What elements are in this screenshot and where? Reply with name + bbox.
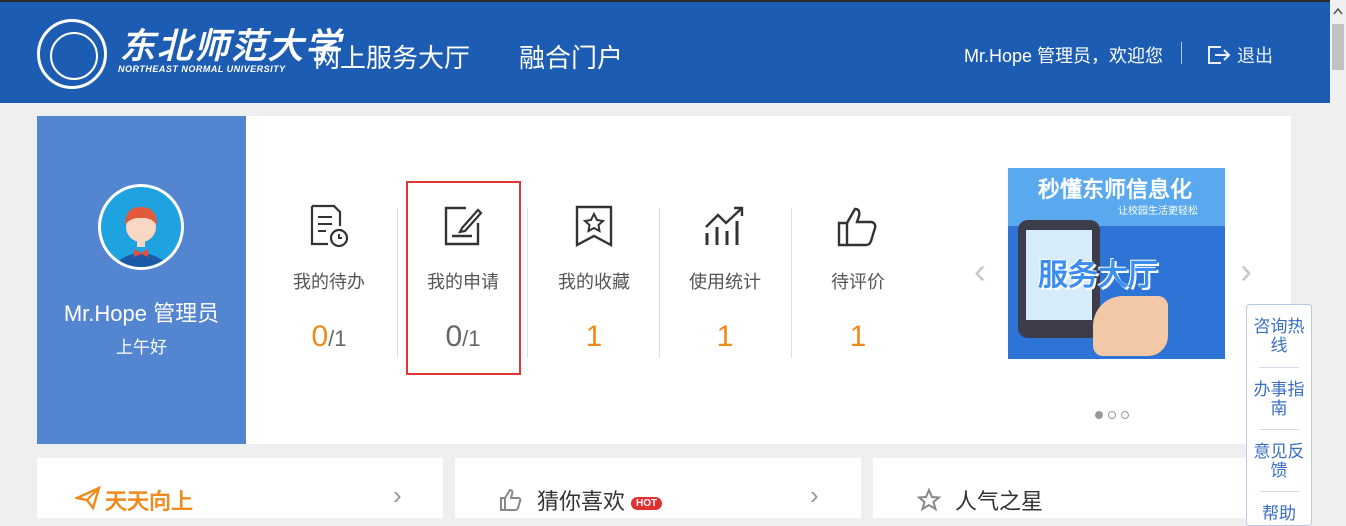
logout-label: 退出: [1237, 46, 1273, 66]
banner-main-text: 服务大厅: [1038, 259, 1158, 292]
side-guide[interactable]: 办事指南: [1247, 380, 1311, 418]
banner-subtitle: 让校园生活更轻松: [1118, 206, 1198, 217]
top-header: 东北师范大学 NORTHEAST NORMAL UNIVERSITY 网上服务大…: [0, 0, 1330, 103]
university-name-en: NORTHEAST NORMAL UNIVERSITY: [118, 64, 286, 74]
header-divider: [1181, 42, 1182, 64]
profile-name: Mr.Hope 管理员: [63, 301, 220, 326]
avatar[interactable]: [98, 184, 184, 270]
window-top-edge: [0, 0, 1346, 2]
university-name-cn[interactable]: 东北师范大学: [120, 18, 342, 69]
card-title: 人气之星: [955, 489, 1044, 514]
card-title: 猜你喜欢 HOT: [537, 484, 663, 516]
stat-my-favorites[interactable]: 我的收藏 1: [534, 200, 654, 354]
star-icon: [917, 488, 941, 512]
card-title: 天天向上: [105, 489, 194, 514]
floating-help-panel: 咨询热线 办事指南 意见反馈 帮助: [1246, 304, 1312, 526]
card-title-text: 猜你喜欢: [537, 489, 626, 514]
highlight-box: [406, 181, 521, 375]
scrollbar[interactable]: [1330, 0, 1346, 508]
carousel-dot[interactable]: [1095, 411, 1103, 419]
stat-pending-review[interactable]: 待评价 1: [798, 200, 918, 354]
profile-greeting: 上午好: [116, 338, 167, 357]
side-divider: [1259, 491, 1299, 492]
stat-divider: [791, 208, 792, 358]
card-recommend[interactable]: 猜你喜欢 HOT ›: [455, 458, 861, 518]
logout-button[interactable]: 退出: [1205, 42, 1273, 68]
scrollbar-thumb[interactable]: [1332, 24, 1344, 70]
user-greeting: Mr.Hope 管理员，欢迎您: [964, 46, 1164, 66]
paper-plane-icon: [75, 486, 101, 510]
stat-value: 1: [716, 320, 734, 353]
side-hotline[interactable]: 咨询热线: [1247, 317, 1311, 355]
stat-value: 1: [585, 320, 603, 353]
bookmark-star-icon: [575, 205, 613, 247]
university-seal-logo[interactable]: [37, 19, 107, 89]
side-divider: [1259, 429, 1299, 430]
carousel-dot[interactable]: [1121, 411, 1129, 419]
hand-illustration: [1093, 296, 1168, 356]
stat-label: 使用统计: [689, 272, 761, 292]
carousel-dots: [1095, 411, 1129, 419]
stat-divider: [397, 208, 398, 358]
stat-divider: [659, 208, 660, 358]
todo-clock-icon: [310, 204, 349, 248]
stat-my-todo[interactable]: 我的待办 0/1: [269, 200, 389, 354]
card-popular-star[interactable]: 人气之星: [873, 458, 1279, 518]
stat-label: 我的收藏: [558, 272, 630, 292]
stat-label: 我的待办: [293, 272, 365, 292]
carousel-dot[interactable]: [1108, 411, 1116, 419]
user-avatar-icon: [111, 207, 171, 267]
thumbs-up-icon: [837, 207, 877, 247]
chart-growth-icon: [705, 206, 744, 245]
stat-total: /1: [328, 326, 347, 351]
carousel-prev-button[interactable]: ‹: [974, 250, 986, 292]
chevron-right-icon[interactable]: ›: [810, 480, 819, 511]
nav-service-hall[interactable]: 网上服务大厅: [314, 38, 470, 75]
stat-divider: [527, 208, 528, 358]
profile-card: Mr.Hope 管理员 上午好: [37, 116, 246, 444]
banner-title: 秒懂东师信息化: [1038, 177, 1193, 202]
logout-icon: [1208, 46, 1231, 64]
card-daily-progress[interactable]: 天天向上 ›: [37, 458, 443, 518]
stat-usage[interactable]: 使用统计 1: [665, 200, 785, 354]
side-help[interactable]: 帮助: [1247, 504, 1311, 523]
nav-portal[interactable]: 融合门户: [519, 38, 623, 75]
stat-value: 1: [849, 320, 867, 353]
chevron-right-icon[interactable]: ›: [393, 480, 402, 511]
carousel-next-button[interactable]: ›: [1240, 250, 1252, 292]
side-feedback[interactable]: 意见反馈: [1247, 442, 1311, 480]
scroll-up-icon[interactable]: [1332, 6, 1344, 16]
side-divider: [1259, 367, 1299, 368]
stat-value: 0: [311, 320, 329, 353]
promo-banner[interactable]: 秒懂东师信息化 让校园生活更轻松 服务大厅: [1008, 168, 1225, 359]
stat-label: 待评价: [831, 272, 885, 292]
thumbs-up-icon: [500, 488, 522, 511]
